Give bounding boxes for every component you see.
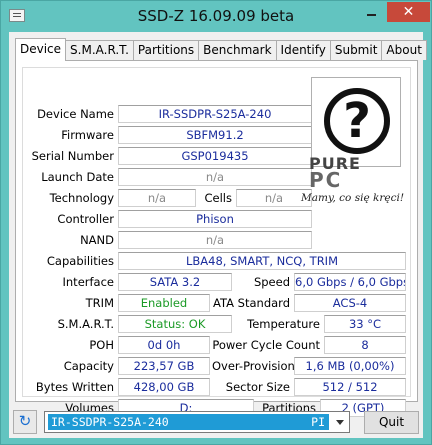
technology-value: n/a	[118, 189, 196, 207]
poh-value: 0d 0h	[118, 336, 210, 354]
purepc-watermark: PURE PC Mamy, co się kręci!	[299, 154, 415, 214]
tab-partitions[interactable]: Partitions	[132, 40, 200, 60]
interface-value: SATA 3.2	[118, 273, 232, 291]
controller-label: Controller	[57, 212, 114, 226]
watermark-line2: PC	[309, 168, 343, 192]
smart-label: S.M.A.R.T.	[57, 317, 114, 331]
tab-bar: Device S.M.A.R.T. Partitions Benchmark I…	[15, 38, 427, 61]
device-name-label: Device Name	[37, 107, 114, 121]
ata-standard-value: ACS-4	[294, 294, 406, 312]
power-cycle-count-value: 8	[324, 336, 406, 354]
temperature-value: 33 °C	[324, 315, 406, 333]
drive-name: IR-SSDPR-S25A-240	[51, 415, 169, 429]
trim-value: Enabled	[118, 294, 210, 312]
smart-status-value: Status: OK	[118, 315, 232, 333]
nand-label: NAND	[80, 233, 114, 247]
tab-submit[interactable]: Submit	[329, 40, 383, 60]
capacity-value: 223,57 GB	[118, 357, 210, 375]
serial-number-value: GSP019435	[118, 147, 312, 165]
technology-label: Technology	[49, 191, 114, 205]
cells-label: Cells	[204, 191, 233, 205]
power-cycle-count-label: Power Cycle Count	[212, 338, 320, 352]
quit-button[interactable]: Quit	[364, 411, 419, 434]
ata-standard-label: ATA Standard	[213, 296, 290, 310]
tab-identify[interactable]: Identify	[275, 40, 331, 60]
temperature-label: Temperature	[247, 317, 320, 331]
over-provision-value: 1,6 MB (0,00%)	[294, 357, 406, 375]
drive-select[interactable]: IR-SSDPR-S25A-240 PI	[44, 411, 350, 433]
capabilities-value: LBA48, SMART, NCQ, TRIM	[118, 252, 406, 270]
bytes-written-label: Bytes Written	[35, 380, 114, 394]
drive-suffix: PI	[311, 415, 325, 429]
trim-label: TRIM	[85, 296, 114, 310]
title-bar[interactable]: SSD-Z 16.09.09 beta ✕	[1, 1, 431, 32]
app-window: SSD-Z 16.09.09 beta ✕ Device S.M.A.R.T. …	[0, 0, 432, 445]
watermark-tagline: Mamy, co się kręci!	[301, 192, 405, 204]
interface-label: Interface	[62, 275, 115, 289]
tab-device[interactable]: Device	[15, 38, 67, 61]
question-mark-icon: ?	[324, 88, 390, 154]
capacity-label: Capacity	[63, 359, 114, 373]
refresh-button[interactable]: ↻	[13, 410, 37, 434]
sector-size-label: Sector Size	[225, 380, 290, 394]
minimize-button[interactable]	[358, 2, 384, 22]
controller-value: Phison	[118, 210, 312, 228]
nand-value: n/a	[118, 231, 312, 249]
sector-size-value: 512 / 512	[294, 378, 406, 396]
firmware-label: Firmware	[61, 128, 114, 142]
chevron-down-icon[interactable]	[336, 420, 344, 425]
speed-label: Speed	[253, 275, 290, 289]
firmware-value: SBFM91.2	[118, 126, 312, 144]
over-provision-label: Over-Provision	[212, 359, 295, 373]
tab-benchmark[interactable]: Benchmark	[198, 40, 277, 60]
capabilities-label: Capabilities	[46, 254, 114, 268]
tab-smart[interactable]: S.M.A.R.T.	[65, 40, 134, 60]
close-button[interactable]: ✕	[387, 2, 430, 22]
poh-label: POH	[89, 338, 114, 352]
device-name-value: IR-SSDPR-S25A-240	[118, 105, 312, 123]
drive-select-value: IR-SSDPR-S25A-240 PI	[48, 414, 329, 430]
launch-date-value: n/a	[118, 168, 312, 186]
tab-about[interactable]: About	[381, 40, 427, 60]
client-area: Device S.M.A.R.T. Partitions Benchmark I…	[9, 32, 427, 438]
bytes-written-value: 428,00 GB	[118, 378, 210, 396]
bottom-bar: ↻ IR-SSDPR-S25A-240 PI Quit	[9, 408, 423, 438]
speed-value: 6,0 Gbps / 6,0 Gbps	[294, 273, 406, 291]
launch-date-label: Launch Date	[41, 170, 114, 184]
serial-number-label: Serial Number	[31, 149, 114, 163]
